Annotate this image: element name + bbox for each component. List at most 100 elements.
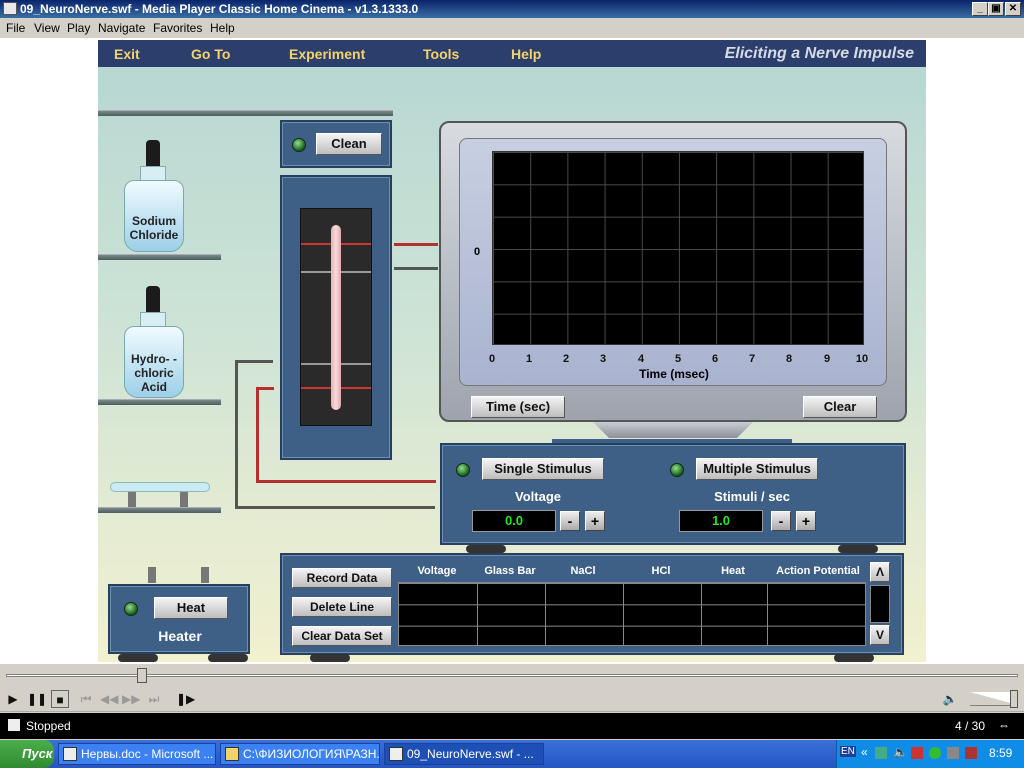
tray-icon[interactable]: [875, 747, 887, 759]
voltage-label: Voltage: [515, 489, 561, 504]
app-icon: [3, 2, 17, 15]
volume-tray-icon[interactable]: 🔈: [893, 745, 908, 759]
nerve-specimen: [331, 225, 341, 410]
hydrochloric-acid-bottle[interactable]: Hydro- -chloric Acid: [122, 286, 186, 402]
play-icon[interactable]: ▶: [4, 690, 22, 708]
menu-file[interactable]: File: [6, 21, 25, 35]
seek-bar[interactable]: [0, 664, 1024, 686]
clean-button[interactable]: Clean: [316, 133, 382, 155]
multiple-stimulus-led: [670, 463, 684, 477]
voltage-display: 0.0: [472, 510, 556, 532]
x-tick: 0: [488, 353, 496, 365]
seek-track[interactable]: [6, 674, 1018, 677]
record-data-button[interactable]: Record Data: [292, 568, 392, 588]
bottle-label: Sodium Chloride: [129, 214, 179, 242]
sodium-chloride-bottle[interactable]: Sodium Chloride: [122, 140, 186, 256]
word-icon: [63, 747, 77, 761]
time-sec-button[interactable]: Time (sec): [471, 396, 565, 418]
nav-experiment[interactable]: Experiment: [289, 46, 365, 62]
stimuli-increase-button[interactable]: +: [796, 511, 816, 531]
x-tick: 6: [711, 353, 719, 365]
pause-icon[interactable]: ❚❚: [27, 690, 47, 708]
language-indicator[interactable]: EN: [840, 746, 856, 757]
menu-help[interactable]: Help: [210, 21, 235, 35]
x-tick: 5: [674, 353, 682, 365]
nav-tools[interactable]: Tools: [423, 46, 459, 62]
multiple-stimulus-button[interactable]: Multiple Stimulus: [696, 458, 818, 480]
seek-thumb[interactable]: [137, 668, 147, 683]
heater-label: Heater: [158, 628, 202, 644]
taskbar-item-word[interactable]: Нервы.doc - Microsoft ...: [58, 743, 216, 765]
stop-icon[interactable]: ■: [51, 690, 69, 708]
scroll-up-button[interactable]: Λ: [870, 562, 890, 582]
dropper-cap-icon: [146, 286, 160, 312]
x-tick: 2: [562, 353, 570, 365]
x-tick: 7: [748, 353, 756, 365]
voltage-decrease-button[interactable]: -: [560, 511, 580, 531]
tray-expand-icon[interactable]: «: [861, 745, 868, 759]
heat-button[interactable]: Heat: [154, 597, 228, 619]
status-bar: Stopped 4 / 30 ⇔: [0, 713, 1024, 739]
status-icon: [8, 719, 20, 731]
glass-bar[interactable]: [110, 482, 210, 492]
column-header: HCl: [651, 565, 671, 577]
heater-panel: Heat Heater: [108, 584, 250, 654]
column-header: Heat: [721, 565, 745, 577]
tray-icon[interactable]: [965, 747, 977, 759]
single-stimulus-button[interactable]: Single Stimulus: [482, 458, 604, 480]
player-icon: [389, 747, 403, 761]
menu-navigate[interactable]: Navigate: [98, 21, 145, 35]
app-subtitle: Eliciting a Nerve Impulse: [724, 45, 914, 62]
column-header: Action Potential: [776, 565, 860, 577]
x-tick: 10: [855, 353, 869, 365]
stimuli-decrease-button[interactable]: -: [771, 511, 791, 531]
monitor-stand: [593, 422, 753, 438]
nav-goto[interactable]: Go To: [191, 46, 230, 62]
top-shelf: [98, 110, 393, 116]
menu-play[interactable]: Play: [67, 21, 90, 35]
close-button[interactable]: ✕: [1005, 2, 1021, 16]
data-table[interactable]: [398, 582, 866, 646]
nav-exit[interactable]: Exit: [114, 46, 140, 62]
clean-panel: Clean: [280, 120, 392, 168]
frame-step-icon[interactable]: ❚▶: [176, 690, 195, 708]
delete-line-button[interactable]: Delete Line: [292, 597, 392, 617]
stimuli-display: 1.0: [679, 510, 763, 532]
clear-graph-button[interactable]: Clear: [803, 396, 877, 418]
clock[interactable]: 8:59: [989, 746, 1012, 760]
volume-icon[interactable]: 🔈: [941, 690, 959, 708]
rewind-icon[interactable]: ◀◀: [100, 690, 118, 708]
previous-icon[interactable]: ⏮: [77, 690, 95, 708]
column-header: Voltage: [417, 565, 457, 577]
voltage-increase-button[interactable]: +: [585, 511, 605, 531]
fullscreen-icon[interactable]: ⇔: [998, 718, 1010, 732]
tray-icon[interactable]: [929, 747, 941, 759]
taskbar-item-folder[interactable]: С:\ФИЗИОЛОГИЯ\РАЗН...: [220, 743, 380, 765]
nerve-chamber: [280, 175, 392, 460]
heater-led: [124, 602, 138, 616]
tray-icon[interactable]: [911, 747, 923, 759]
nav-help[interactable]: Help: [511, 46, 541, 62]
menu-favorites[interactable]: Favorites: [153, 21, 202, 35]
clean-indicator-led: [292, 138, 306, 152]
oscilloscope-monitor: 0 0 1 2 3 4 5 6 7 8 9 10 Time (msec) Tim…: [439, 121, 907, 422]
minimize-button[interactable]: _: [972, 2, 988, 16]
maximize-button[interactable]: ▣: [988, 2, 1004, 16]
x-axis-label: Time (msec): [639, 367, 709, 381]
scroll-down-button[interactable]: V: [870, 625, 890, 645]
single-stimulus-led: [456, 463, 470, 477]
next-icon[interactable]: ⏭: [145, 690, 163, 708]
oscilloscope-bezel: 0 0 1 2 3 4 5 6 7 8 9 10 Time (msec): [459, 138, 887, 386]
dropper-cap-icon: [146, 140, 160, 166]
x-tick: 8: [785, 353, 793, 365]
network-icon[interactable]: [947, 747, 959, 759]
volume-thumb[interactable]: [1010, 690, 1018, 708]
scroll-track[interactable]: [870, 585, 890, 623]
taskbar-item-player[interactable]: 09_NeuroNerve.swf - ...: [384, 743, 544, 765]
menu-view[interactable]: View: [34, 21, 60, 35]
fast-forward-icon[interactable]: ▶▶: [122, 690, 140, 708]
data-panel: Record Data Delete Line Clear Data Set V…: [280, 553, 904, 655]
clear-data-set-button[interactable]: Clear Data Set: [292, 626, 392, 646]
title-bar: 09_NeuroNerve.swf - Media Player Classic…: [0, 0, 1024, 18]
start-button[interactable]: Пуск: [0, 740, 54, 768]
